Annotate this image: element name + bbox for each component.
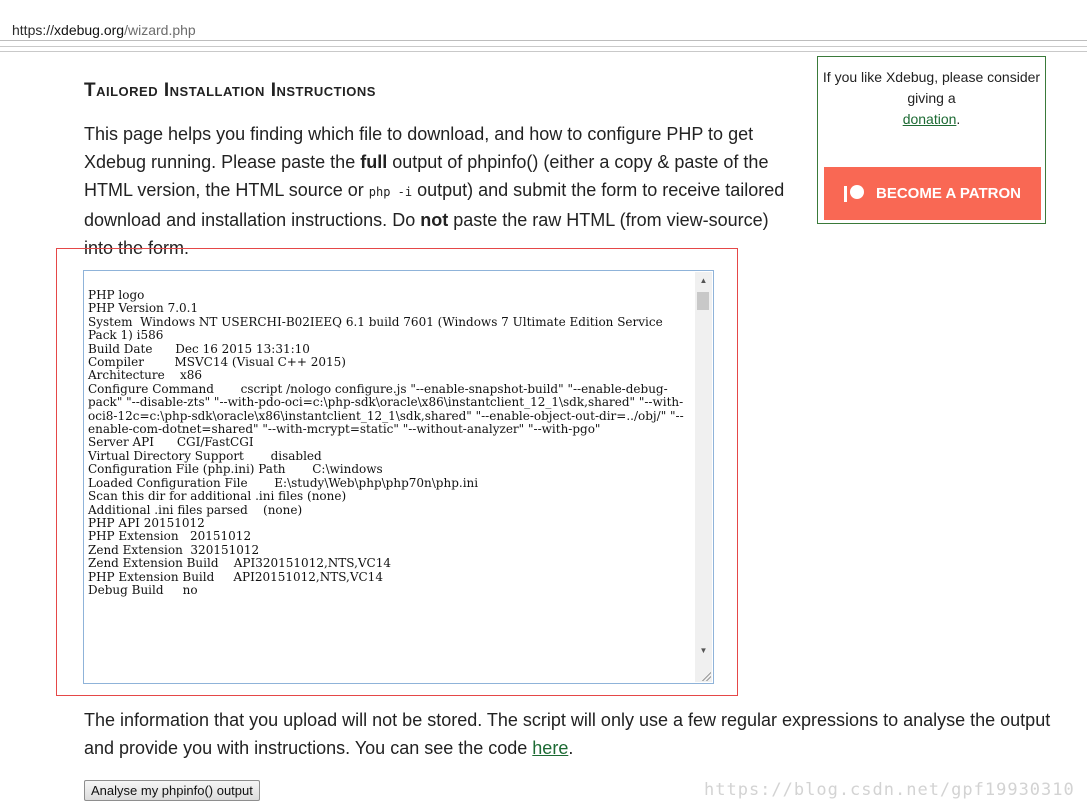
intro-bold-full: full (360, 152, 388, 172)
intro-bold-not: not (420, 210, 449, 230)
toolbar-divider (0, 46, 1087, 52)
address-bar[interactable]: https://xdebug.org/wizard.php (0, 0, 1087, 41)
privacy-note: The information that you upload will not… (84, 706, 1074, 762)
url-host: xdebug.org (54, 22, 125, 38)
scrollbar-thumb[interactable] (697, 292, 709, 310)
page-title: Tailored Installation Instructions (84, 80, 376, 101)
analyse-button[interactable]: Analyse my phpinfo() output (84, 780, 260, 801)
intro-paragraph: This page helps you finding which file t… (84, 120, 799, 262)
privacy-suffix: . (568, 738, 574, 758)
url-path: /wizard.php (124, 22, 196, 38)
scroll-down-arrow-icon[interactable]: ▼ (695, 642, 712, 659)
textarea-scrollbar[interactable]: ▲ ▼ (695, 272, 712, 682)
phpinfo-input[interactable]: PHP logo PHP Version 7.0.1 System Window… (86, 273, 693, 681)
url-scheme: https:// (12, 22, 55, 38)
patron-label: BECOME A PATRON (876, 185, 1021, 202)
donation-message: If you like Xdebug, please consider givi… (822, 69, 1041, 106)
intro-code-php-i: php -i (368, 185, 413, 199)
donation-link[interactable]: donation (903, 111, 957, 127)
resize-grip-icon[interactable] (701, 671, 711, 681)
donation-suffix: . (956, 111, 961, 127)
donation-text: If you like Xdebug, please consider givi… (818, 67, 1045, 130)
become-patron-button[interactable]: BECOME A PATRON (824, 167, 1041, 220)
phpinfo-textarea-frame: PHP logo PHP Version 7.0.1 System Window… (83, 270, 714, 684)
patreon-icon (844, 184, 866, 204)
scroll-up-arrow-icon[interactable]: ▲ (695, 272, 712, 289)
url-text[interactable]: https://xdebug.org/wizard.php (12, 22, 196, 38)
watermark-text: https://blog.csdn.net/gpf19930310 (704, 780, 1075, 800)
donation-sidebar: If you like Xdebug, please consider givi… (817, 56, 1046, 224)
code-link[interactable]: here (532, 738, 568, 758)
